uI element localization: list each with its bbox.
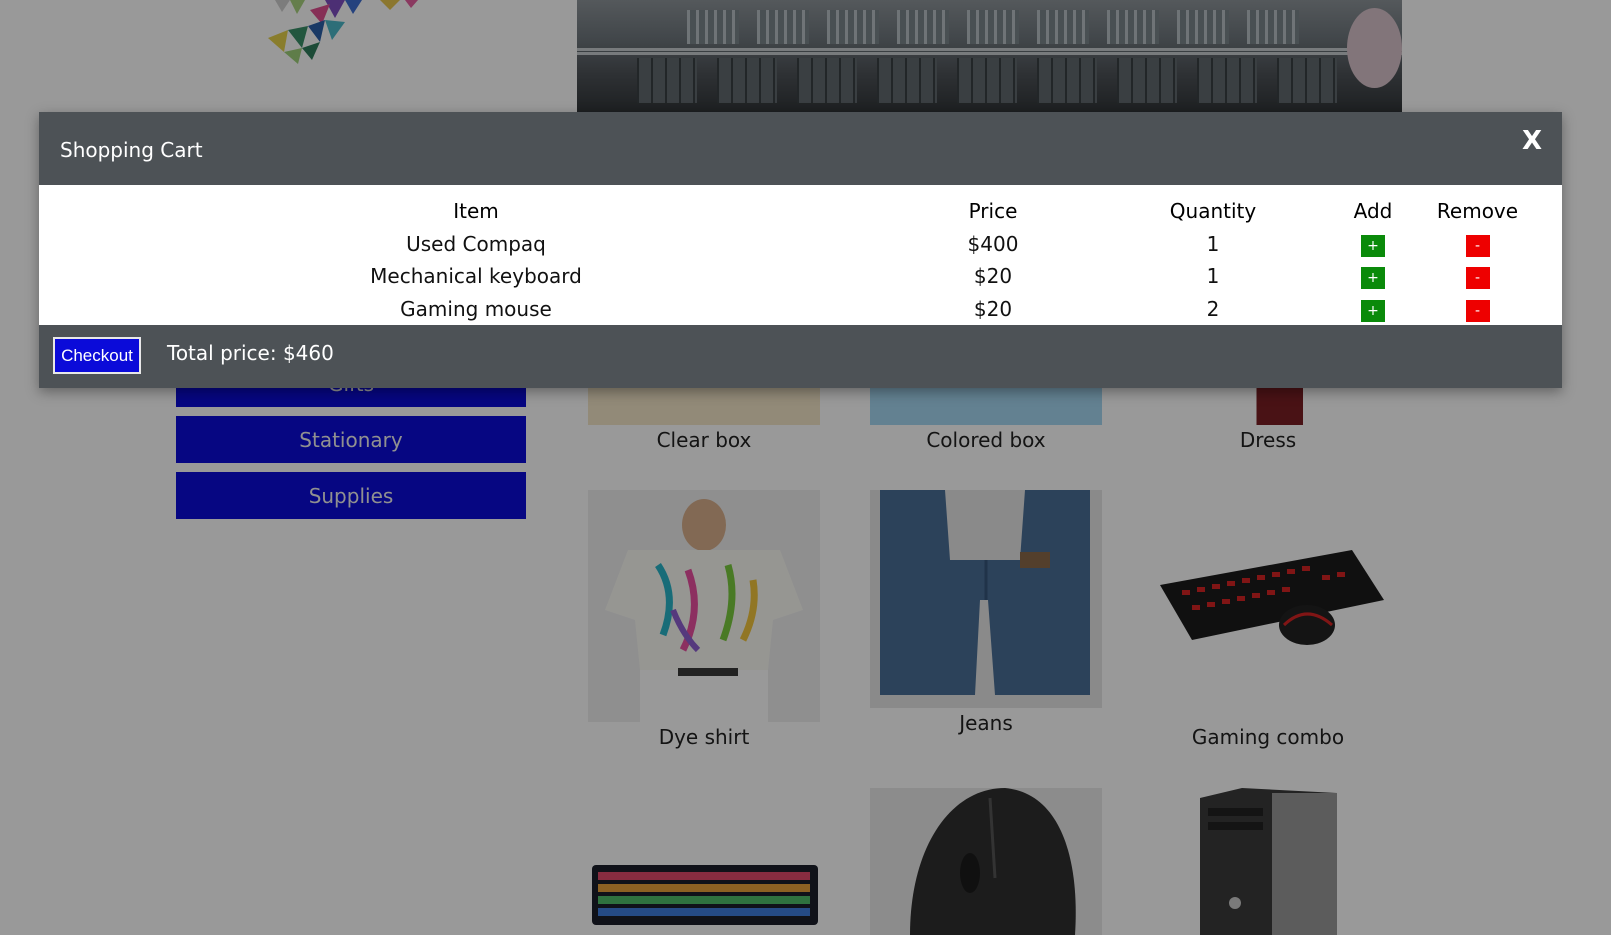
item-quantity: 1 (1206, 232, 1220, 257)
add-quantity-button[interactable]: + (1361, 267, 1385, 290)
item-quantity: 2 (1206, 296, 1220, 321)
total-price: Total price: $460 (167, 341, 334, 365)
table-row: Used Compaq $400 1 + - (39, 228, 1562, 260)
item-name: Gaming mouse (400, 296, 552, 321)
cart-table: Item Price Quantity Add Remove Used Comp… (39, 185, 1562, 325)
close-button[interactable]: X (1522, 126, 1542, 156)
item-quantity: 1 (1206, 264, 1220, 289)
item-name: Used Compaq (406, 232, 546, 257)
modal-footer: Checkout Total price: $460 (39, 325, 1562, 388)
remove-quantity-button[interactable]: - (1465, 235, 1490, 258)
column-header-price: Price (968, 198, 1018, 223)
remove-quantity-button[interactable]: - (1465, 299, 1490, 322)
item-name: Mechanical keyboard (370, 264, 582, 289)
item-price: $400 (967, 232, 1019, 257)
column-header-item: Item (453, 198, 499, 223)
cart-body: Item Price Quantity Add Remove Used Comp… (39, 185, 1562, 325)
item-price: $20 (973, 296, 1013, 321)
column-header-remove: Remove (1436, 198, 1519, 223)
add-quantity-button[interactable]: + (1361, 235, 1385, 258)
checkout-button[interactable]: Checkout (53, 337, 141, 374)
modal-header: Shopping Cart X (39, 112, 1562, 185)
item-price: $20 (973, 264, 1013, 289)
modal-title: Shopping Cart (60, 138, 203, 162)
shopping-cart-modal: Shopping Cart X Item Price Quantity Add … (39, 112, 1562, 388)
add-quantity-button[interactable]: + (1361, 299, 1385, 322)
column-header-quantity: Quantity (1169, 198, 1257, 223)
table-row: Gaming mouse $20 2 + - (39, 293, 1562, 325)
table-row: Mechanical keyboard $20 1 + - (39, 260, 1562, 292)
remove-quantity-button[interactable]: - (1465, 267, 1490, 290)
table-header-row: Item Price Quantity Add Remove (39, 185, 1562, 228)
column-header-add: Add (1353, 198, 1393, 223)
